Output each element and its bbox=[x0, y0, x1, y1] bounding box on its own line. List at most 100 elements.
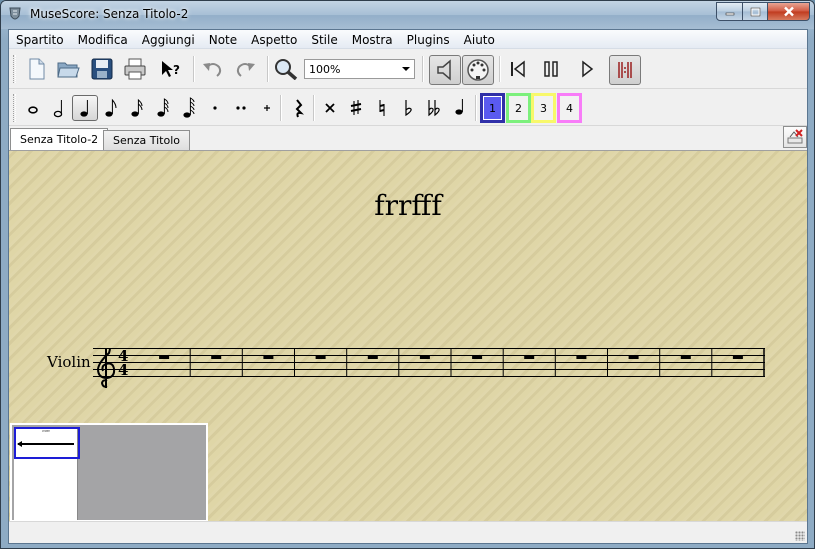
whole-rest[interactable] bbox=[680, 355, 691, 360]
eighth-note-button[interactable] bbox=[98, 95, 124, 121]
flat-icon bbox=[405, 100, 412, 117]
zoom-button[interactable] bbox=[273, 56, 299, 82]
toolbar-separator bbox=[193, 56, 195, 82]
flip-stem-icon bbox=[455, 99, 463, 115]
instrument-name[interactable]: Violin bbox=[47, 353, 91, 371]
menu-modifica[interactable]: Modifica bbox=[71, 30, 135, 49]
save-button[interactable] bbox=[89, 56, 115, 82]
minimize-button[interactable] bbox=[716, 2, 743, 21]
toolbar-grip[interactable] bbox=[13, 55, 16, 83]
whole-rest[interactable] bbox=[628, 355, 639, 360]
tab-senza-titolo-2[interactable]: Senza Titolo-2 bbox=[10, 128, 109, 150]
whole-rest[interactable] bbox=[576, 355, 587, 360]
staff[interactable]: 4 4 bbox=[93, 348, 765, 388]
navigator-panel[interactable]: frrfff bbox=[10, 423, 208, 521]
pause-button[interactable] bbox=[538, 56, 564, 82]
menu-stile[interactable]: Stile bbox=[304, 30, 344, 49]
resize-grip-icon[interactable] bbox=[795, 531, 805, 541]
status-bar bbox=[9, 521, 807, 543]
undo-button[interactable] bbox=[199, 56, 225, 82]
voice-1-button[interactable]: 1 bbox=[480, 93, 505, 123]
thirtysecond-note-button[interactable] bbox=[150, 95, 176, 121]
whole-rest[interactable] bbox=[315, 355, 326, 360]
voice-4-button[interactable]: 4 bbox=[557, 93, 582, 123]
rewind-button[interactable] bbox=[505, 56, 531, 82]
close-tab-button[interactable] bbox=[783, 126, 807, 148]
toolbar-separator bbox=[280, 95, 282, 121]
score-canvas[interactable]: frrfff Violin 4 4 frrfff bbox=[9, 150, 807, 521]
open-folder-icon bbox=[57, 62, 80, 78]
whole-rest[interactable] bbox=[524, 355, 535, 360]
whole-note-button[interactable] bbox=[20, 95, 46, 121]
whole-rest[interactable] bbox=[211, 355, 222, 360]
musescore-logo-icon bbox=[9, 7, 21, 20]
close-window-button[interactable] bbox=[767, 2, 810, 21]
maximize-button[interactable] bbox=[742, 2, 768, 21]
dot-button[interactable] bbox=[202, 95, 228, 121]
new-file-icon bbox=[29, 58, 45, 80]
redo-button[interactable] bbox=[233, 56, 259, 82]
voice-3-button[interactable]: 3 bbox=[531, 93, 556, 123]
voice-2-label: 2 bbox=[515, 101, 522, 115]
menu-plugins[interactable]: Plugins bbox=[400, 30, 457, 49]
double-dot-button[interactable] bbox=[228, 95, 254, 121]
play-button[interactable] bbox=[574, 56, 600, 82]
double-flat-button[interactable] bbox=[421, 95, 447, 121]
score-title[interactable]: frrfff bbox=[9, 189, 807, 222]
toolbar-separator bbox=[475, 95, 477, 121]
flip-direction-button[interactable] bbox=[447, 95, 473, 121]
undo-icon bbox=[203, 63, 222, 77]
sixteenth-note-button[interactable] bbox=[124, 95, 150, 121]
title-bar[interactable]: MuseScore: Senza Titolo-2 bbox=[1, 1, 814, 29]
tab-senza-titolo[interactable]: Senza Titolo bbox=[103, 130, 190, 150]
sixtyfourth-note-button[interactable] bbox=[176, 95, 202, 121]
note-entry-toolbar: 1 2 3 4 bbox=[9, 90, 807, 126]
natural-button[interactable] bbox=[369, 95, 395, 121]
flat-button[interactable] bbox=[395, 95, 421, 121]
navigator-viewport[interactable] bbox=[14, 427, 80, 459]
minimize-icon bbox=[725, 12, 734, 15]
chevron-down-icon bbox=[402, 67, 410, 71]
menu-aiuto[interactable]: Aiuto bbox=[457, 30, 502, 49]
speaker-icon bbox=[437, 59, 451, 81]
toolbar-grip[interactable] bbox=[13, 94, 16, 122]
sharp-button[interactable] bbox=[343, 95, 369, 121]
new-file-button[interactable] bbox=[23, 56, 49, 82]
whole-rest[interactable] bbox=[732, 355, 743, 360]
whole-note-icon bbox=[28, 106, 38, 114]
menu-aggiungi[interactable]: Aggiungi bbox=[135, 30, 202, 49]
whole-rest[interactable] bbox=[159, 355, 170, 360]
quarter-rest-icon bbox=[295, 99, 304, 118]
svg-text:?: ? bbox=[173, 63, 180, 77]
sixteenth-note-icon bbox=[131, 98, 143, 117]
zoom-value: 100% bbox=[309, 63, 341, 76]
whole-rest[interactable] bbox=[472, 355, 483, 360]
double-sharp-button[interactable] bbox=[317, 95, 343, 121]
menu-mostra[interactable]: Mostra bbox=[345, 30, 400, 49]
print-button[interactable] bbox=[122, 56, 148, 82]
dot-icon bbox=[213, 106, 217, 110]
sound-toggle-button[interactable] bbox=[429, 55, 461, 85]
toolbar-separator bbox=[422, 56, 424, 82]
open-file-button[interactable] bbox=[55, 56, 81, 82]
zoom-select[interactable]: 100% bbox=[304, 59, 415, 79]
natural-icon bbox=[379, 100, 385, 116]
repeat-toggle-button[interactable] bbox=[609, 55, 641, 85]
half-note-button[interactable] bbox=[46, 95, 72, 121]
whole-rest[interactable] bbox=[263, 355, 274, 360]
voice-2-button[interactable]: 2 bbox=[506, 93, 531, 123]
play-icon bbox=[582, 60, 594, 78]
whole-rest[interactable] bbox=[419, 355, 430, 360]
whole-rest[interactable] bbox=[367, 355, 378, 360]
whats-this-button[interactable]: ? bbox=[158, 56, 184, 82]
menu-spartito[interactable]: Spartito bbox=[9, 30, 71, 49]
menu-aspetto[interactable]: Aspetto bbox=[244, 30, 304, 49]
menu-bar: Spartito Modifica Aggiungi Note Aspetto … bbox=[9, 30, 807, 49]
repeat-bars-icon bbox=[618, 62, 632, 78]
midi-input-button[interactable] bbox=[462, 55, 494, 85]
main-area: Spartito Modifica Aggiungi Note Aspetto … bbox=[8, 29, 808, 544]
rest-button[interactable] bbox=[285, 95, 311, 121]
quarter-note-button[interactable] bbox=[72, 95, 98, 121]
tie-button[interactable] bbox=[254, 95, 280, 121]
menu-note[interactable]: Note bbox=[202, 30, 244, 49]
